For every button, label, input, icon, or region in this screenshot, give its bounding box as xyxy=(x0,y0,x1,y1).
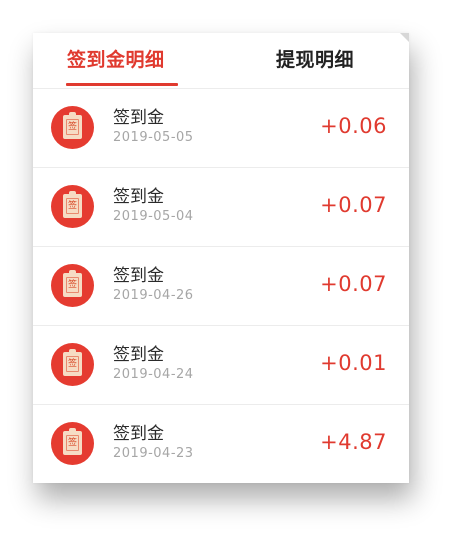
record-date: 2019-04-26 xyxy=(113,288,194,303)
sign-in-clipboard-icon: 签 xyxy=(51,343,94,386)
record-amount: +0.07 xyxy=(320,272,387,296)
record-date: 2019-05-04 xyxy=(113,209,194,224)
icon-label: 签 xyxy=(66,119,79,135)
record-date: 2019-04-23 xyxy=(113,446,194,461)
list-item[interactable]: 签 签到金 2019-04-26 +0.07 xyxy=(33,247,409,326)
icon-label: 签 xyxy=(66,277,79,293)
active-tab-indicator xyxy=(66,83,178,86)
list-item[interactable]: 签 签到金 2019-04-24 +0.01 xyxy=(33,326,409,405)
record-amount: +4.87 xyxy=(320,430,387,454)
record-title: 签到金 xyxy=(113,187,164,207)
record-date: 2019-05-05 xyxy=(113,130,194,145)
icon-label: 签 xyxy=(66,356,79,372)
list-item[interactable]: 签 签到金 2019-05-05 +0.06 xyxy=(33,89,409,168)
list-item[interactable]: 签 签到金 2019-04-23 +4.87 xyxy=(33,405,409,483)
list-item[interactable]: 签 签到金 2019-05-04 +0.07 xyxy=(33,168,409,247)
sign-in-clipboard-icon: 签 xyxy=(51,264,94,307)
record-title: 签到金 xyxy=(113,424,164,444)
record-title: 签到金 xyxy=(113,266,164,286)
record-date: 2019-04-24 xyxy=(113,367,194,382)
record-title: 签到金 xyxy=(113,345,164,365)
icon-label: 签 xyxy=(66,198,79,214)
tab-bar: 签到金明细 提现明细 xyxy=(33,33,409,89)
record-title: 签到金 xyxy=(113,108,164,128)
tab-withdrawal-details[interactable]: 提现明细 xyxy=(276,45,354,72)
record-amount: +0.07 xyxy=(320,193,387,217)
sign-in-clipboard-icon: 签 xyxy=(51,185,94,228)
icon-label: 签 xyxy=(66,435,79,451)
detail-card: 签到金明细 提现明细 签 签到金 2019-05-05 +0.06 签 签到金 … xyxy=(33,33,409,483)
record-list: 签 签到金 2019-05-05 +0.06 签 签到金 2019-05-04 … xyxy=(33,89,409,483)
sign-in-clipboard-icon: 签 xyxy=(51,422,94,465)
record-amount: +0.01 xyxy=(320,351,387,375)
sign-in-clipboard-icon: 签 xyxy=(51,106,94,149)
tab-sign-in-reward-details[interactable]: 签到金明细 xyxy=(67,45,165,72)
record-amount: +0.06 xyxy=(320,114,387,138)
